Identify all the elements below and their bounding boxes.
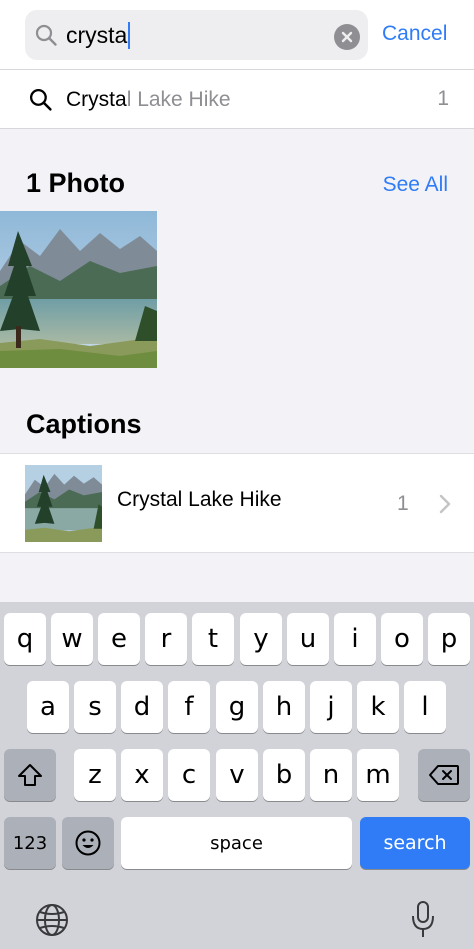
key-a[interactable]: a [27, 681, 69, 733]
shift-key[interactable] [4, 749, 56, 801]
key-v[interactable]: v [216, 749, 258, 801]
key-r[interactable]: r [145, 613, 187, 665]
suggestion-rest-text: l Lake Hike [126, 88, 231, 111]
shift-icon [18, 764, 42, 786]
search-field[interactable]: crysta [25, 10, 368, 60]
key-p[interactable]: p [428, 613, 470, 665]
key-k[interactable]: k [357, 681, 399, 733]
search-key[interactable]: search [360, 817, 470, 869]
clear-search-button[interactable] [334, 24, 360, 50]
key-u[interactable]: u [287, 613, 329, 665]
see-all-button[interactable]: See All [383, 173, 448, 197]
key-s[interactable]: s [74, 681, 116, 733]
caption-label: Crystal Lake Hike [117, 488, 282, 511]
key-c[interactable]: c [168, 749, 210, 801]
key-d[interactable]: d [121, 681, 163, 733]
captions-section-title: Captions [26, 409, 142, 439]
key-j[interactable]: j [310, 681, 352, 733]
key-x[interactable]: x [121, 749, 163, 801]
search-icon [35, 24, 57, 46]
search-icon [29, 88, 52, 111]
key-l[interactable]: l [404, 681, 446, 733]
key-t[interactable]: t [192, 613, 234, 665]
numbers-key[interactable]: 123 [4, 817, 56, 869]
photos-section-title: 1 Photo [26, 168, 125, 198]
lake-landscape-image [0, 211, 157, 368]
key-y[interactable]: y [240, 613, 282, 665]
suggestion-match-text: Crysta [66, 88, 127, 111]
key-m[interactable]: m [357, 749, 399, 801]
emoji-key[interactable] [62, 817, 114, 869]
onscreen-keyboard: q w e r t y u i o p a s d f g h j k l z … [0, 602, 474, 949]
search-suggestion-row[interactable]: Crystal Lake Hike 1 [0, 70, 474, 129]
delete-icon [429, 765, 459, 785]
search-header: crysta Cancel [0, 0, 474, 70]
key-h[interactable]: h [263, 681, 305, 733]
chevron-right-icon [439, 494, 451, 514]
key-g[interactable]: g [216, 681, 258, 733]
space-key[interactable]: space [121, 817, 352, 869]
suggestion-count: 1 [437, 87, 449, 110]
key-b[interactable]: b [263, 749, 305, 801]
photo-thumbnail[interactable] [0, 211, 157, 368]
key-e[interactable]: e [98, 613, 140, 665]
lake-landscape-image [25, 465, 102, 542]
search-input[interactable]: crysta [66, 22, 131, 49]
key-z[interactable]: z [74, 749, 116, 801]
suggestion-text: Crystal Lake Hike [66, 87, 231, 113]
cancel-button[interactable]: Cancel [382, 22, 447, 46]
close-icon [341, 31, 353, 43]
microphone-icon[interactable] [410, 900, 436, 940]
key-w[interactable]: w [51, 613, 93, 665]
text-cursor [128, 22, 131, 49]
delete-key[interactable] [418, 749, 470, 801]
caption-thumbnail [25, 465, 102, 542]
caption-result-row[interactable]: Crystal Lake Hike 1 [0, 453, 474, 553]
key-f[interactable]: f [168, 681, 210, 733]
emoji-icon [75, 830, 101, 856]
caption-count: 1 [397, 492, 409, 515]
globe-icon[interactable] [34, 902, 70, 938]
search-query-text: crysta [66, 22, 128, 48]
key-q[interactable]: q [4, 613, 46, 665]
key-o[interactable]: o [381, 613, 423, 665]
key-i[interactable]: i [334, 613, 376, 665]
key-n[interactable]: n [310, 749, 352, 801]
